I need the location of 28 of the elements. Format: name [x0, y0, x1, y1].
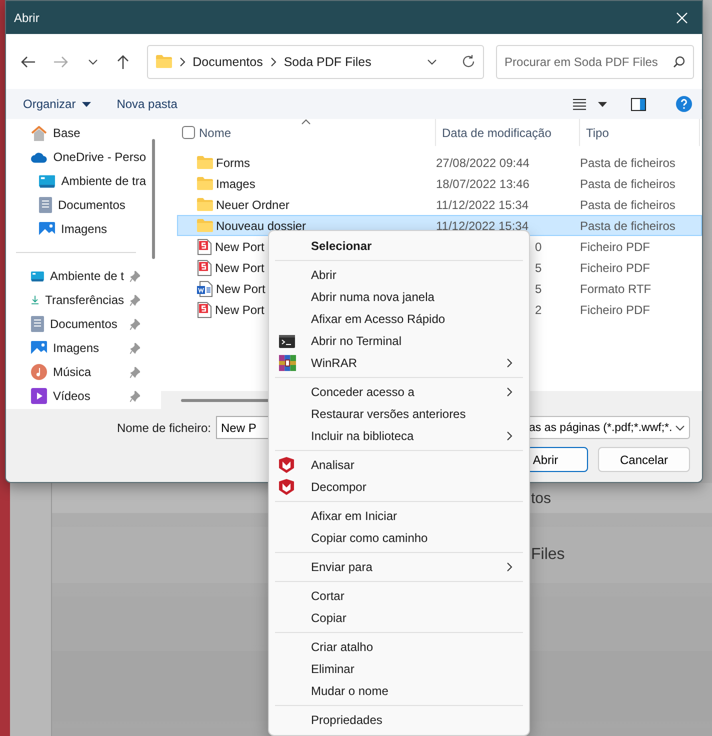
file-name-label: Nome de ficheiro: — [116, 420, 211, 434]
file-name: Nouveau dossier — [216, 218, 306, 232]
file-date: 11/12/2022 15:34 — [436, 218, 530, 232]
file-type: Pasta de ficheiros — [580, 198, 676, 212]
file-name: Images — [216, 176, 256, 190]
window-title: Abrir — [14, 10, 40, 24]
file-date: 18/07/2022 13:46 — [436, 176, 530, 190]
file-name: New Port — [215, 240, 264, 254]
file-date: 0 — [534, 240, 543, 254]
file-type: Ficheiro PDF — [580, 240, 650, 254]
file-date: 11/12/2022 15:34 — [436, 198, 530, 212]
background-text: Files — [531, 546, 565, 564]
file-name: Neuer Ordner — [216, 198, 290, 212]
background-text: tos — [531, 490, 552, 506]
file-type: Pasta de ficheiros — [580, 156, 676, 170]
file-type: Pasta de ficheiros — [580, 176, 676, 190]
file-type: Pasta de ficheiros — [580, 218, 676, 232]
file-date: 5 — [534, 282, 543, 296]
file-date: 27/08/2022 09:44 — [436, 156, 530, 170]
file-type: Ficheiro PDF — [580, 260, 650, 274]
file-name: New Port — [215, 302, 264, 316]
file-name: Forms — [216, 156, 250, 170]
file-date: 5 — [534, 260, 543, 274]
file-type: Ficheiro PDF — [580, 302, 650, 316]
file-type: Formato RTF — [580, 282, 652, 296]
file-name: New Port — [215, 260, 264, 274]
file-name: New Port — [216, 282, 266, 296]
file-date: 2 — [534, 302, 543, 316]
